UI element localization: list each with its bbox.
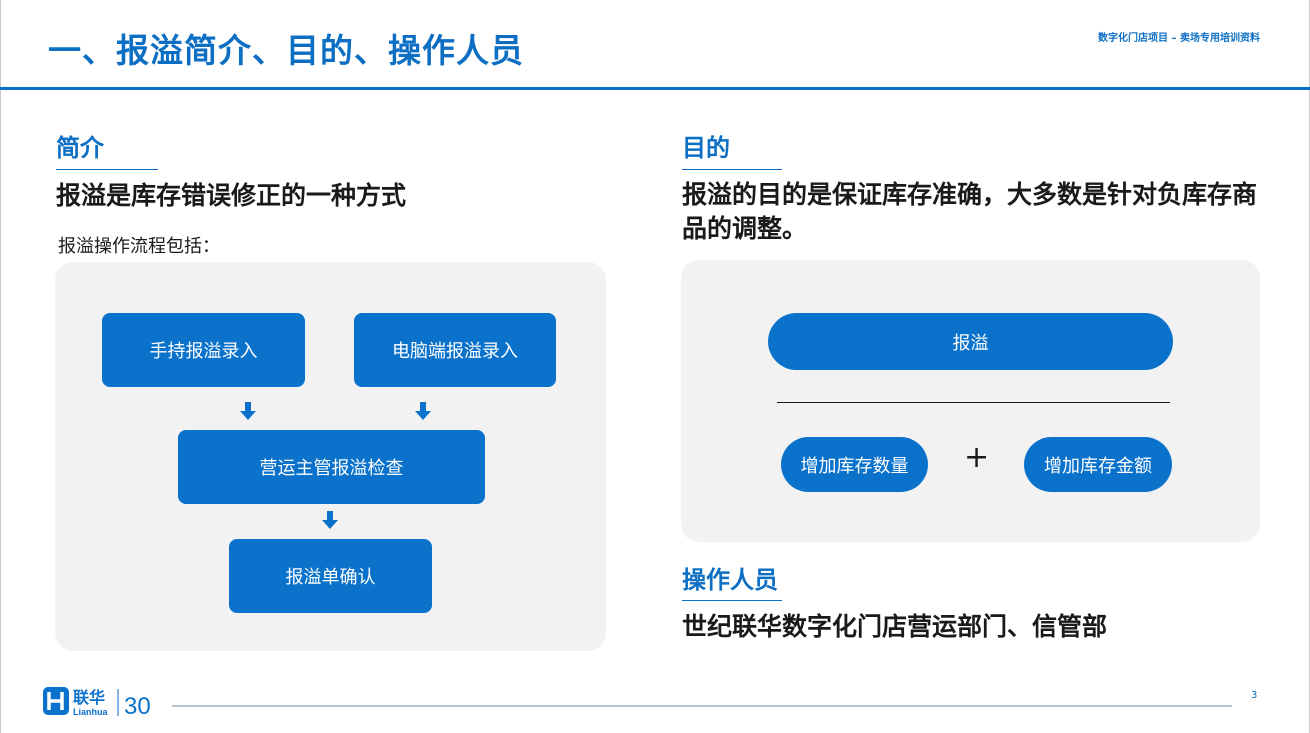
down-arrow-icon (240, 402, 256, 420)
flow-label: 报溢操作流程包括： (58, 236, 220, 257)
intro-section-rule (56, 169, 158, 170)
flow-step-confirm: 报溢单确认 (229, 539, 432, 613)
plus-operator: + (964, 440, 990, 475)
increase-amount-pill: 增加库存金额 (1024, 437, 1172, 492)
logo-cn-text: 联华 (73, 688, 105, 707)
title-divider (0, 87, 1310, 90)
page-title: 一、报溢简介、目的、操作人员 (48, 31, 524, 70)
staff-section-rule (682, 600, 782, 601)
overflow-pill: 报溢 (768, 313, 1173, 370)
purpose-heading: 报溢的目的是保证库存准确，大多数是针对负库存商品的调整。 (682, 180, 1258, 243)
divider-line (777, 402, 1170, 403)
staff-section-title: 操作人员 (682, 566, 778, 594)
flow-step-pc: 电脑端报溢录入 (354, 313, 556, 387)
intro-section-title: 简介 (56, 134, 104, 162)
intro-heading: 报溢是库存错误修正的一种方式 (56, 181, 407, 210)
purpose-section-title: 目的 (682, 134, 730, 162)
slide-border-left (0, 0, 1, 733)
logo-en-text: Lianhua (73, 707, 108, 717)
flow-step-handheld: 手持报溢录入 (102, 313, 305, 387)
project-tag: 数字化门店项目 – 卖场专用培训资料 (1098, 33, 1260, 44)
down-arrow-icon (415, 402, 431, 420)
purpose-section-rule (682, 169, 782, 170)
lianhua-logo-icon: 联华 Lianhua 30 (43, 687, 151, 720)
logo-number-text: 30 (124, 693, 151, 720)
footer-line (172, 705, 1232, 707)
page-number: 3 (1251, 690, 1258, 701)
increase-quantity-pill: 增加库存数量 (781, 437, 928, 492)
down-arrow-icon (322, 511, 338, 529)
slide: 一、报溢简介、目的、操作人员 数字化门店项目 – 卖场专用培训资料 简介 报溢是… (0, 0, 1310, 733)
staff-text: 世纪联华数字化门店营运部门、信管部 (682, 612, 1108, 641)
purpose-panel (681, 260, 1260, 542)
flow-step-check: 营运主管报溢检查 (178, 430, 485, 504)
